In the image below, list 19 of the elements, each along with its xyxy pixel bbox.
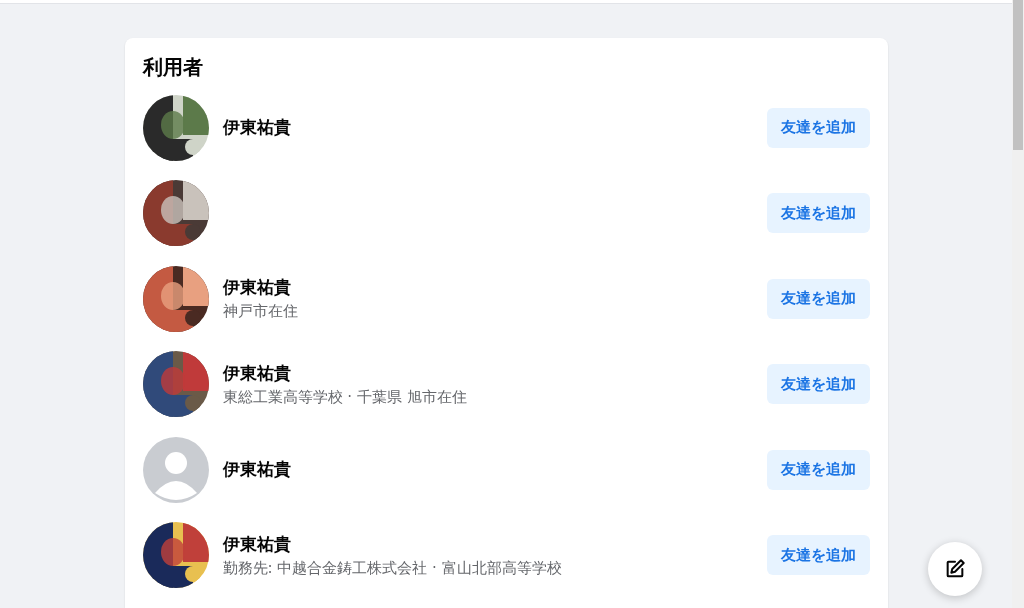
add-friend-button[interactable]: 友達を追加: [766, 535, 870, 576]
compose-button[interactable]: [928, 542, 982, 596]
section-title: 利用者: [142, 54, 204, 81]
add-friend-button[interactable]: 友達を追加: [766, 278, 870, 319]
person-detail: 東総工業高等学校 · 千葉県 旭市在住: [222, 387, 468, 407]
add-friend-button[interactable]: 友達を追加: [766, 364, 870, 405]
person-name[interactable]: 伊東祐貴: [222, 116, 753, 140]
avatar-icon: [142, 436, 209, 503]
add-friend-button[interactable]: 友達を追加: [766, 107, 870, 148]
person-name[interactable]: 伊東祐貴: [222, 361, 753, 385]
person-name[interactable]: 伊東祐貴: [222, 276, 753, 300]
person-detail: 勤務先: 中越合金鋳工株式会社 · 富山北部高等学校: [222, 558, 563, 578]
edit-icon: [944, 558, 966, 580]
person-name[interactable]: 伊東祐貴: [222, 458, 753, 482]
add-friend-button[interactable]: 友達を追加: [766, 449, 870, 490]
add-friend-button[interactable]: 友達を追加: [766, 193, 870, 234]
person-name[interactable]: 伊東祐貴: [222, 532, 753, 556]
scrollbar[interactable]: [1012, 0, 1024, 608]
person-detail: 神戸市在住: [222, 302, 299, 322]
